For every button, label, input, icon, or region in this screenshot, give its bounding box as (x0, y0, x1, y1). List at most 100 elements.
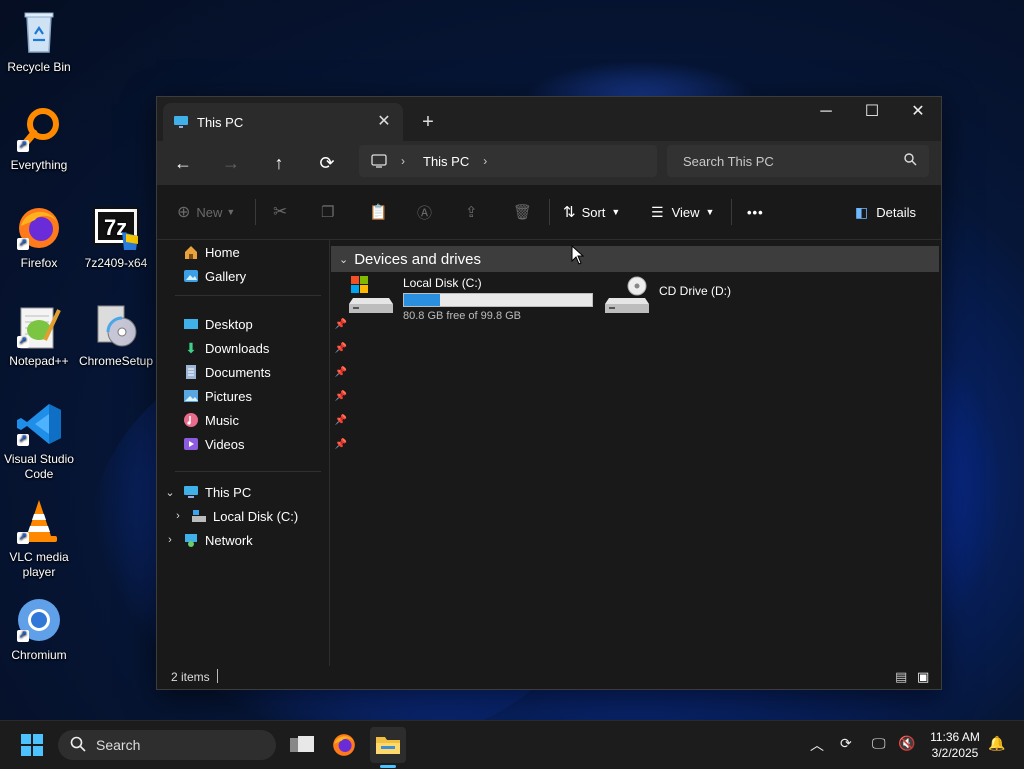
chevron-right-icon: › (401, 154, 405, 168)
taskbar-firefox[interactable] (326, 727, 362, 763)
taskbar-search-placeholder: Search (96, 737, 141, 753)
notification-bell-icon[interactable]: 🔔 (988, 735, 1005, 752)
maximize-button[interactable]: ☐ (849, 97, 895, 127)
desktop-icon-vlc[interactable]: ↗ VLC media player (0, 498, 78, 580)
close-window-button[interactable]: ✕ (895, 97, 941, 127)
back-button[interactable]: ← (167, 147, 199, 179)
paste-button[interactable]: 📋 (369, 197, 388, 227)
more-options-button[interactable]: ••• (747, 197, 764, 227)
copy-button[interactable]: ❐ (321, 197, 334, 227)
trash-icon: 🗑 (513, 204, 533, 221)
large-icons-view-icon[interactable]: ▣ (917, 669, 929, 685)
hard-drive-icon (349, 276, 399, 316)
7zip-installer-icon: 7z (92, 204, 140, 252)
sort-label: Sort (581, 204, 606, 220)
separator (731, 199, 732, 225)
sidebar-item-gallery[interactable]: Gallery (157, 264, 353, 288)
desktop-icon-notepadpp[interactable]: ↗ Notepad++ (0, 302, 78, 369)
desktop-icon-chromesetup[interactable]: ChromeSetup (77, 302, 155, 369)
chevron-down-icon: ▼ (611, 207, 621, 217)
drive-icon (191, 508, 207, 524)
chevron-down-icon[interactable]: ⌄ (163, 486, 177, 499)
chevron-up-icon[interactable]: ︿ (810, 735, 824, 755)
drive-cd-d[interactable]: CD Drive (D:) (605, 276, 731, 316)
desktop-icon-label: Everything (10, 158, 68, 172)
details-button[interactable]: ◧ Details (855, 197, 916, 227)
shortcut-arrow-icon: ↗ (17, 140, 29, 152)
clock[interactable]: 11:36 AM 3/2/2025 (920, 729, 990, 761)
network-status-icon[interactable]: 🖵 (872, 735, 886, 752)
chevron-right-icon[interactable]: › (171, 510, 185, 522)
search-box[interactable] (667, 145, 929, 177)
separator (549, 199, 550, 225)
group-header-label: Devices and drives (354, 250, 481, 268)
new-button[interactable]: ⊕ New ▼ (177, 197, 235, 227)
address-bar[interactable]: › This PC › (359, 145, 657, 177)
desktop-icon-recycle-bin[interactable]: Recycle Bin (0, 8, 78, 75)
breadcrumb-item[interactable]: This PC (423, 154, 469, 169)
chevron-right-icon[interactable]: › (483, 154, 487, 168)
search-icon (70, 736, 86, 755)
sidebar-item-desktop[interactable]: Desktop 📌 (157, 312, 353, 336)
task-view-button[interactable] (284, 727, 320, 763)
close-tab-icon[interactable]: ✕ (371, 109, 397, 135)
sort-button[interactable]: ⇅ Sort ▼ (563, 197, 620, 227)
chevron-down-icon: ⌄ (339, 253, 349, 266)
notepadpp-icon: ↗ (15, 302, 63, 350)
chevron-down-icon: ▼ (226, 207, 236, 217)
share-button[interactable]: ⇪ (465, 197, 478, 227)
details-view-icon[interactable]: ▤ (895, 669, 907, 685)
sidebar-item-network[interactable]: › Network (157, 528, 333, 552)
task-view-icon (290, 736, 314, 752)
chevron-down-icon: ▼ (705, 207, 715, 217)
document-icon (183, 364, 199, 380)
group-header-devices[interactable]: ⌄ Devices and drives (331, 246, 939, 272)
chevron-right-icon[interactable]: › (163, 534, 177, 546)
sidebar-item-videos[interactable]: Videos 📌 (157, 432, 353, 456)
desktop-icon-everything[interactable]: ↗ Everything (0, 106, 78, 173)
volume-muted-icon[interactable]: 🔇 (898, 735, 915, 752)
desktop-icon-firefox[interactable]: ↗ Firefox (0, 204, 78, 271)
sidebar-item-this-pc[interactable]: ⌄ This PC (157, 480, 333, 504)
view-label: View (671, 204, 700, 220)
refresh-button[interactable]: ⟳ (311, 147, 343, 179)
windows-logo-icon (21, 734, 43, 756)
status-bar: 2 items ▤ ▣ (157, 666, 941, 688)
desktop-icon-7zip[interactable]: 7z 7z2409-x64 (77, 204, 155, 271)
sidebar-item-music[interactable]: Music 📌 (157, 408, 353, 432)
sidebar-item-label: Downloads (205, 340, 270, 356)
shortcut-arrow-icon: ↗ (17, 434, 29, 446)
minimize-button[interactable]: ─ (803, 97, 849, 127)
view-button[interactable]: ☰ View ▼ (651, 197, 714, 227)
sync-icon[interactable]: ⟳ (840, 735, 852, 752)
tab-this-pc[interactable]: This PC ✕ (163, 103, 403, 141)
search-icon[interactable] (904, 153, 917, 169)
gallery-icon (183, 268, 199, 284)
tab-title: This PC (197, 114, 244, 130)
cut-button[interactable]: ✂ (273, 197, 287, 227)
home-icon (183, 244, 199, 260)
delete-button[interactable]: 🗑 (513, 197, 532, 227)
sidebar-item-home[interactable]: Home (157, 240, 353, 264)
up-button[interactable]: ↑ (263, 147, 295, 179)
new-tab-button[interactable]: + (415, 109, 441, 135)
disk-usage-bar (403, 293, 593, 307)
sidebar-item-label: Videos (205, 436, 245, 452)
drive-local-disk-c[interactable]: Local Disk (C:) 80.8 GB free of 99.8 GB (349, 276, 593, 322)
search-input[interactable] (681, 152, 904, 170)
desktop-icon-vscode[interactable]: ↗ Visual Studio Code (0, 400, 78, 482)
clipboard-icon: 📋 (369, 204, 388, 221)
vscode-icon: ↗ (15, 400, 63, 448)
forward-button[interactable]: → (215, 147, 247, 179)
desktop-icon-chromium[interactable]: ↗ Chromium (0, 596, 78, 663)
sidebar-item-downloads[interactable]: ⬇ Downloads 📌 (157, 336, 353, 360)
rename-button[interactable]: Ⓐ (417, 197, 432, 227)
sidebar-item-local-disk[interactable]: › Local Disk (C:) (157, 504, 341, 528)
taskbar-file-explorer[interactable] (370, 727, 406, 763)
sort-icon: ⇅ (563, 204, 576, 221)
taskbar-search-box[interactable]: Search (58, 730, 276, 760)
sidebar-item-documents[interactable]: Documents 📌 (157, 360, 353, 384)
network-icon (183, 532, 199, 548)
sidebar-item-pictures[interactable]: Pictures 📌 (157, 384, 353, 408)
start-button[interactable] (14, 727, 50, 763)
